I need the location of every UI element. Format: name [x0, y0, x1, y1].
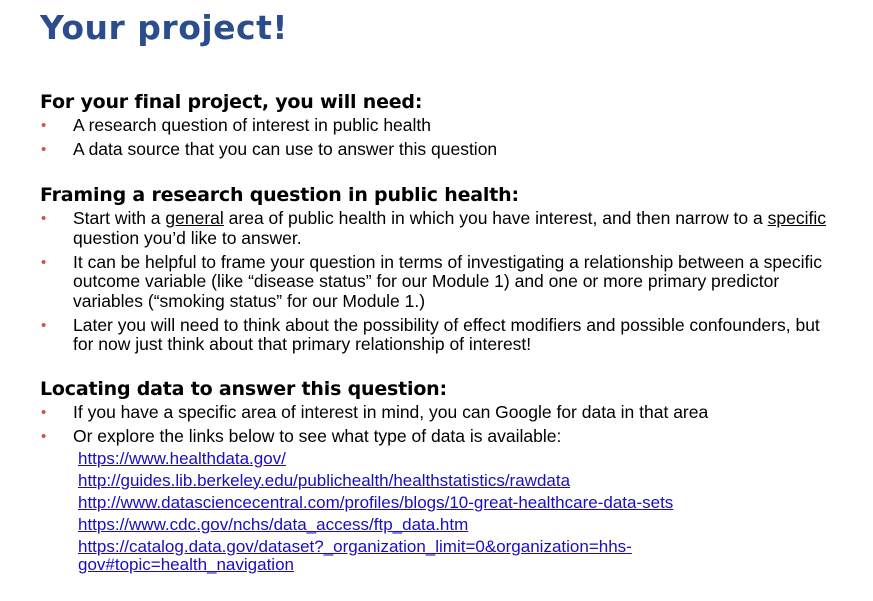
list-item-text: Or explore the links below to see what t… — [73, 426, 562, 446]
section-framing-question: Framing a research question in public he… — [40, 183, 840, 359]
list-item: • Later you will need to think about the … — [40, 314, 840, 355]
list-item-text: question you’d like to answer. — [73, 227, 302, 248]
link-catalog-data-gov[interactable]: https://catalog.data.gov/dataset?_organi… — [78, 537, 632, 574]
list-item-text: Start with a — [73, 208, 166, 228]
bullet-icon: • — [41, 117, 47, 134]
bullet-icon: • — [41, 210, 47, 227]
list-item-text: Later you will need to think about the p… — [73, 314, 820, 354]
underlined-word-specific: specific — [767, 208, 826, 228]
section-locating-data: Locating data to answer this question: •… — [40, 377, 860, 578]
list-item-text: It can be helpful to frame your question… — [73, 251, 823, 311]
bullet-icon: • — [41, 428, 47, 445]
list-item-text: A research question of interest in publi… — [73, 115, 431, 135]
section-heading-framing-question: Framing a research question in public he… — [40, 184, 519, 206]
link-berkeley-guides[interactable]: http://guides.lib.berkeley.edu/publichea… — [78, 471, 570, 490]
bullet-icon: • — [41, 404, 47, 421]
section-heading-locating-data: Locating data to answer this question: — [40, 378, 447, 400]
data-links-list: https://www.healthdata.gov/ http://guide… — [40, 449, 860, 574]
list-item: • Or explore the links below to see what … — [40, 426, 860, 447]
list-item: • Start with a general area of public hea… — [40, 208, 840, 248]
list-item: http://www.datasciencecentral.com/profil… — [78, 493, 860, 512]
list-item-text: area of public health in which you have … — [223, 208, 768, 228]
list-item: • It can be helpful to frame your questio… — [40, 251, 840, 312]
link-datasciencecentral[interactable]: http://www.datasciencecentral.com/profil… — [78, 493, 673, 512]
list-item: https://www.cdc.gov/nchs/data_access/ftp… — [78, 515, 860, 534]
link-cdc-nchs[interactable]: https://www.cdc.gov/nchs/data_access/ftp… — [78, 515, 468, 534]
framing-question-list: • Start with a general area of public hea… — [40, 208, 840, 355]
list-item: https://catalog.data.gov/dataset?_organi… — [78, 537, 718, 574]
link-healthdata-gov[interactable]: https://www.healthdata.gov/ — [78, 449, 286, 468]
section-final-project: For your final project, you will need: •… — [40, 90, 860, 164]
list-item-text: A data source that you can use to answer… — [73, 139, 498, 159]
list-item: • If you have a specific area of interest… — [40, 402, 860, 423]
bullet-icon: • — [41, 141, 47, 158]
locating-data-list: • If you have a specific area of interest… — [40, 402, 860, 447]
section-heading-final-project: For your final project, you will need: — [40, 91, 423, 113]
list-item: • A research question of interest in publ… — [40, 115, 860, 136]
final-project-list: • A research question of interest in publ… — [40, 115, 860, 160]
underlined-word-general: general — [165, 208, 224, 228]
list-item: • A data source that you can use to answe… — [40, 139, 860, 160]
page-title: Your project! — [40, 8, 288, 47]
bullet-icon: • — [41, 316, 47, 334]
list-item-text: If you have a specific area of interest … — [73, 402, 709, 422]
list-item: https://www.healthdata.gov/ — [78, 449, 860, 468]
list-item: http://guides.lib.berkeley.edu/publichea… — [78, 471, 860, 490]
bullet-icon: • — [41, 253, 47, 271]
